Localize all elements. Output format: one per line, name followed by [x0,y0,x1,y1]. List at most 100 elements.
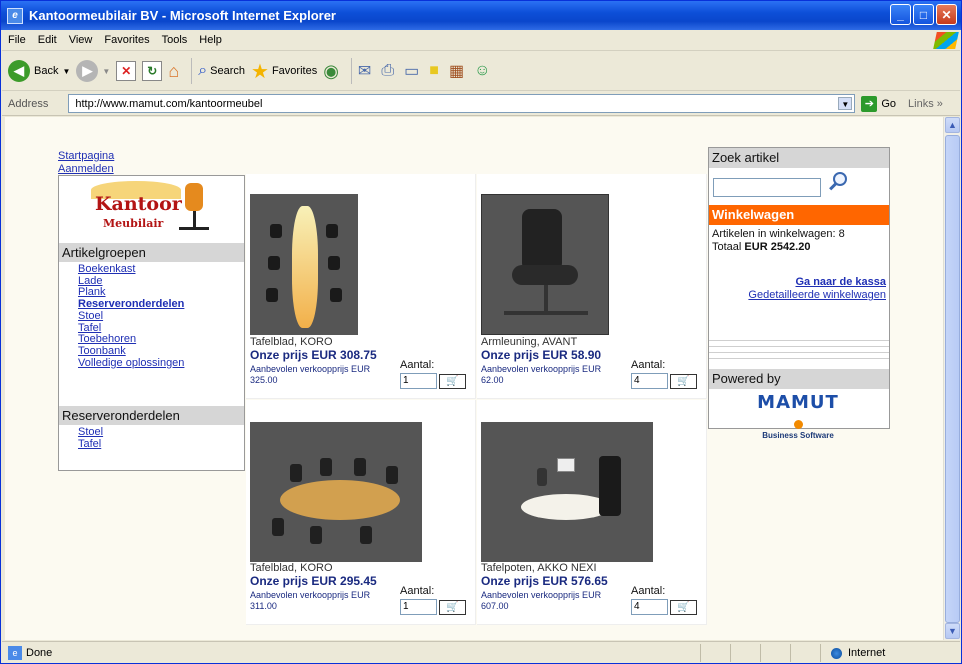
product-price: Onze prijs EUR 295.45 [250,574,377,588]
quantity-input[interactable]: 1 [400,599,437,615]
vertical-scrollbar[interactable]: ▲ ▼ [943,117,960,640]
stop-icon[interactable]: ✕ [116,61,137,81]
product-recommended-price: Aanbevolen verkoopprijs EUR 607.00 [481,590,602,611]
refresh-icon[interactable]: ↻ [142,61,163,81]
add-to-cart-icon[interactable]: 🛒 [439,374,466,389]
address-label: Address [8,97,49,110]
chair-icon [179,179,209,237]
checkout-link[interactable]: Ga naar de kassa [748,276,886,289]
search-button[interactable]: ⌕ Search [198,62,245,80]
messenger-icon[interactable]: ☺ [474,62,490,80]
toolbar-separator [191,58,193,84]
cart-detail-link[interactable]: Gedetailleerde winkelwagen [748,289,886,302]
product-grid: Tafelblad, KORO Onze prijs EUR 308.75 Aa… [246,174,708,634]
add-to-cart-icon[interactable]: 🛒 [670,374,697,389]
top-links: Startpagina Aanmelden [58,150,114,176]
page-viewport: Startpagina Aanmelden Kantoor Meubilair … [5,117,943,640]
quantity-input[interactable]: 4 [631,599,668,615]
product-image[interactable] [250,194,358,335]
close-button[interactable]: ✕ [936,4,957,25]
menu-edit[interactable]: Edit [32,34,63,46]
product-name: Armleuning, AVANT [481,336,578,348]
scroll-up-icon[interactable]: ▲ [945,117,960,133]
subgroup-link[interactable]: Tafel [78,438,103,451]
right-sidebar: Zoek artikel Winkelwagen Artikelen in wi… [708,147,890,440]
research-icon[interactable]: ▦ [449,61,464,81]
powered-by-heading: Powered by [709,369,889,389]
address-bar: Address http://www.mamut.com/kantoormeub… [2,92,960,116]
chevron-down-icon: ▼ [62,66,71,76]
address-input[interactable]: http://www.mamut.com/kantoormeubel ▼ [68,94,856,113]
toolbar: ◀ Back ▼ ▶ ▼ ✕ ↻ ⌂ ⌕ Search ★ Favorites … [2,52,960,91]
links-button[interactable]: Links » [908,98,943,110]
menu-help[interactable]: Help [193,34,228,46]
group-link[interactable]: Toonbank [78,345,184,358]
address-url: http://www.mamut.com/kantoormeubel [75,97,263,110]
product-name: Tafelblad, KORO [250,562,333,574]
quantity-label: Aantal: [631,585,666,597]
product-card: Tafelblad, KORO Onze prijs EUR 295.45 Aa… [246,400,476,625]
quantity-input[interactable]: 4 [631,373,668,389]
minimize-button[interactable]: _ [890,4,911,25]
media-icon[interactable]: ◉ [323,61,339,82]
product-name: Tafelpoten, AKKO NEXI [481,562,597,574]
favorites-button[interactable]: ★ Favorites [251,59,317,84]
windows-logo-icon [933,32,959,49]
search-icon[interactable] [827,172,849,196]
mamut-logo[interactable]: MAMUT Business Software [753,392,843,440]
globe-icon [831,647,842,659]
window-title: Kantoormeubilair BV - Microsoft Internet… [29,8,336,23]
forward-button[interactable]: ▶ ▼ [76,60,110,82]
scroll-thumb[interactable] [945,135,960,623]
add-to-cart-icon[interactable]: 🛒 [670,600,697,615]
subgroups-heading: Reserveronderdelen [59,406,244,425]
quantity-input[interactable]: 1 [400,373,437,389]
chevron-down-icon: ▼ [102,66,111,76]
back-arrow-icon: ◀ [8,60,30,82]
link-startpagina[interactable]: Startpagina [58,150,114,163]
menu-file[interactable]: File [2,34,32,46]
print-icon[interactable]: ⎙ [381,62,394,80]
add-to-cart-icon[interactable]: 🛒 [439,600,466,615]
groups-heading: Artikelgroepen [59,243,244,262]
subgroups-list: Stoel Tafel [78,426,103,451]
product-price: Onze prijs EUR 308.75 [250,348,377,362]
menu-favorites[interactable]: Favorites [98,34,155,46]
product-card: Armleuning, AVANT Onze prijs EUR 58.90 A… [477,174,707,399]
search-input[interactable] [713,178,821,197]
chevron-down-icon[interactable]: ▼ [838,97,853,110]
group-link[interactable]: Boekenkast [78,263,184,276]
cart-total-label: Totaal [712,241,742,253]
quantity-label: Aantal: [400,359,435,371]
scroll-down-icon[interactable]: ▼ [945,623,960,639]
cart-total: EUR 2542.20 [744,241,811,253]
discuss-icon[interactable]: ■ [429,62,439,80]
star-icon: ★ [251,60,269,83]
group-link[interactable]: Stoel [78,310,184,323]
mail-icon[interactable]: ✉ [358,61,371,81]
menu-tools[interactable]: Tools [156,34,194,46]
product-image[interactable] [481,194,609,335]
product-image[interactable] [481,422,653,562]
group-link[interactable]: Volledige oplossingen [78,357,184,370]
product-card: Tafelblad, KORO Onze prijs EUR 308.75 Aa… [246,174,476,399]
back-button[interactable]: ◀ Back ▼ [8,60,70,82]
product-card: Tafelpoten, AKKO NEXI Onze prijs EUR 576… [477,400,707,625]
menu-view[interactable]: View [63,34,99,46]
status-text: Done [26,646,53,659]
browser-window: e Kantoormeubilair BV - Microsoft Intern… [0,0,962,664]
edit-icon[interactable]: ▭ [404,61,419,81]
title-bar: e Kantoormeubilair BV - Microsoft Intern… [1,1,961,30]
product-recommended-price: Aanbevolen verkoopprijs EUR 62.00 [481,364,602,385]
maximize-button[interactable]: □ [913,4,934,25]
go-button[interactable]: ➔ Go [861,95,896,112]
cart-summary: Artikelen in winkelwagen: 8 Totaal EUR 2… [712,228,845,254]
left-sidebar: Kantoor Meubilair Artikelgroepen Boekenk… [58,175,245,471]
product-image[interactable] [250,422,422,562]
shop-logo[interactable]: Kantoor Meubilair [91,179,209,241]
subgroup-link[interactable]: Stoel [78,426,103,439]
groups-list: Boekenkast Lade Plank Reserveronderdelen… [78,263,184,370]
ie-icon: e [7,7,23,24]
divider-lines [709,340,889,364]
home-icon[interactable]: ⌂ [168,61,179,82]
